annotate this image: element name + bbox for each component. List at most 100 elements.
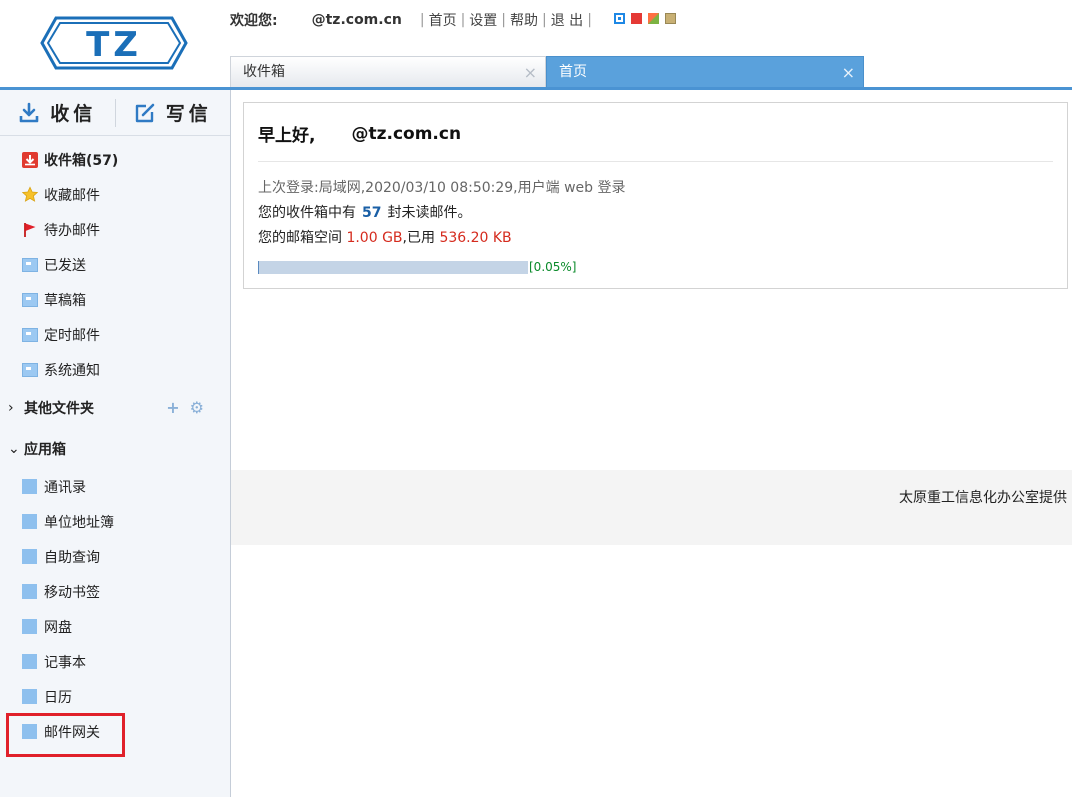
greeting-text: 早上好, — [258, 126, 316, 146]
app-mobile-bookmarks[interactable]: 移动书签 — [0, 574, 230, 609]
folder-label: 待办邮件 — [44, 222, 100, 239]
folder-system-notices[interactable]: 系统通知 — [0, 352, 230, 387]
folder-list: 收件箱(57) 收藏邮件 待办邮件 已发送 草稿箱 定时邮件 系统通知 — [0, 142, 230, 387]
quota-total: 1.00 GB — [346, 230, 403, 246]
app-icon — [22, 514, 37, 529]
logo-text: TZ — [86, 25, 142, 65]
app-contacts[interactable]: 通讯录 — [0, 469, 230, 504]
chevron-down-icon: ⌄ — [8, 440, 20, 457]
gear-icon[interactable]: ⚙ — [190, 398, 204, 417]
home-link[interactable]: 首页 — [429, 10, 457, 30]
tab-home-label: 首页 — [559, 64, 587, 80]
settings-link[interactable]: 设置 — [469, 10, 497, 30]
app-icon — [22, 479, 37, 494]
quota-line: 您的邮箱空间 1.00 GB,已用 536.20 KB — [258, 230, 512, 246]
folder-scheduled[interactable]: 定时邮件 — [0, 317, 230, 352]
app-icon — [22, 584, 37, 599]
apps-label: 应用箱 — [24, 441, 66, 458]
app-mail-gateway[interactable]: 邮件网关 — [0, 713, 230, 757]
app-label: 单位地址簿 — [44, 514, 114, 531]
tab-inbox[interactable]: 收件箱 × — [230, 56, 546, 87]
folder-todo[interactable]: 待办邮件 — [0, 212, 230, 247]
tab-inbox-label: 收件箱 — [243, 64, 285, 80]
quota-percent: [0.05%] — [529, 260, 577, 274]
greeting-label: 欢迎您: — [230, 13, 278, 29]
apps-toggle[interactable]: ⌄ 应用箱 — [0, 428, 230, 469]
folder-label: 收藏邮件 — [44, 187, 100, 204]
app-list: 通讯录 单位地址簿 自助查询 移动书签 网盘 记事本 日历 邮件网关 — [0, 469, 230, 757]
app-label: 记事本 — [44, 654, 86, 671]
star-icon — [22, 186, 38, 203]
welcome-bar: 欢迎您: @tz.com.cn | 首页 | 设置 | 帮助 | 退 出 | — [230, 10, 676, 30]
folder-icon — [22, 362, 38, 378]
app-label: 邮件网关 — [44, 724, 100, 741]
download-icon — [19, 102, 39, 122]
quota-meter: [0.05%] — [258, 260, 1053, 274]
folder-inbox[interactable]: 收件箱(57) — [0, 142, 230, 177]
inbox-icon — [22, 151, 38, 168]
folder-label: 草稿箱 — [44, 292, 86, 309]
app-netdisk[interactable]: 网盘 — [0, 609, 230, 644]
close-icon[interactable]: × — [842, 57, 855, 88]
folder-drafts[interactable]: 草稿箱 — [0, 282, 230, 317]
receive-button[interactable]: 收信 — [0, 90, 115, 136]
divider — [258, 161, 1053, 162]
app-label: 网盘 — [44, 619, 72, 636]
sidebar: 收信 写信 收件箱(57) 收藏邮件 待办邮件 已发送 草稿箱 定时邮件 系统通… — [0, 90, 231, 797]
folder-icon — [22, 292, 38, 308]
folder-sent[interactable]: 已发送 — [0, 247, 230, 282]
app-label: 日历 — [44, 689, 72, 706]
account-text: @tz.com.cn — [351, 123, 462, 144]
folder-label: 已发送 — [44, 257, 86, 274]
logout-link[interactable]: 退 出 — [551, 10, 583, 30]
tab-home[interactable]: 首页 × — [546, 56, 864, 87]
compose-label: 写信 — [165, 103, 212, 125]
last-login-text: 上次登录:局域网,2020/03/10 08:50:29,用户端 web 登录 — [258, 180, 626, 196]
welcome-panel: 早上好, @tz.com.cn 上次登录:局域网,2020/03/10 08:5… — [243, 102, 1068, 289]
flag-icon — [22, 222, 38, 238]
compose-button[interactable]: 写信 — [116, 90, 231, 136]
unread-count[interactable]: 57 — [362, 205, 381, 221]
quota-used: 536.20 KB — [439, 230, 512, 246]
add-folder-icon[interactable]: + — [166, 398, 179, 417]
app-label: 自助查询 — [44, 549, 100, 566]
folder-icon — [22, 327, 38, 343]
app-self-query[interactable]: 自助查询 — [0, 539, 230, 574]
welcome-title: 早上好, @tz.com.cn — [258, 121, 1053, 147]
skin-picker — [613, 12, 676, 24]
folder-label: 定时邮件 — [44, 327, 100, 344]
account-label: @tz.com.cn — [311, 12, 402, 28]
app-notepad[interactable]: 记事本 — [0, 644, 230, 679]
app-icon — [22, 689, 37, 704]
chevron-right-icon: › — [8, 399, 14, 416]
header: TZ 欢迎您: @tz.com.cn | 首页 | 设置 | 帮助 | 退 出 … — [0, 0, 1072, 90]
action-bar: 收信 写信 — [0, 90, 230, 136]
other-folders-label: 其他文件夹 — [24, 400, 94, 417]
app-calendar[interactable]: 日历 — [0, 679, 230, 714]
compose-icon — [135, 103, 155, 122]
unread-line: 您的收件箱中有 57 封未读邮件。 — [258, 205, 472, 221]
skin-orange-swatch[interactable] — [647, 12, 659, 24]
tz-logo: TZ — [40, 16, 188, 70]
app-icon — [22, 619, 37, 634]
close-icon[interactable]: × — [524, 57, 537, 88]
folder-label: 收件箱(57) — [44, 152, 119, 169]
footer-text: 太原重工信息化办公室提供 — [899, 490, 1067, 506]
folder-icon — [22, 257, 38, 273]
skin-red-swatch[interactable] — [630, 12, 642, 24]
app-org-addressbook[interactable]: 单位地址簿 — [0, 504, 230, 539]
app-icon — [22, 724, 37, 739]
receive-label: 收信 — [50, 103, 97, 125]
skin-khaki-swatch[interactable] — [664, 12, 676, 24]
app-icon — [22, 549, 37, 564]
folder-label: 系统通知 — [44, 362, 100, 379]
app-label: 通讯录 — [44, 479, 86, 496]
folder-starred[interactable]: 收藏邮件 — [0, 177, 230, 212]
skin-blue-swatch[interactable] — [613, 12, 625, 24]
quota-progress-bar — [258, 260, 528, 274]
help-link[interactable]: 帮助 — [510, 10, 538, 30]
app-label: 移动书签 — [44, 584, 100, 601]
footer: 太原重工信息化办公室提供 — [231, 470, 1072, 545]
other-folders-toggle[interactable]: › 其他文件夹 + ⚙ — [0, 387, 230, 428]
main-content: 早上好, @tz.com.cn 上次登录:局域网,2020/03/10 08:5… — [231, 90, 1072, 797]
